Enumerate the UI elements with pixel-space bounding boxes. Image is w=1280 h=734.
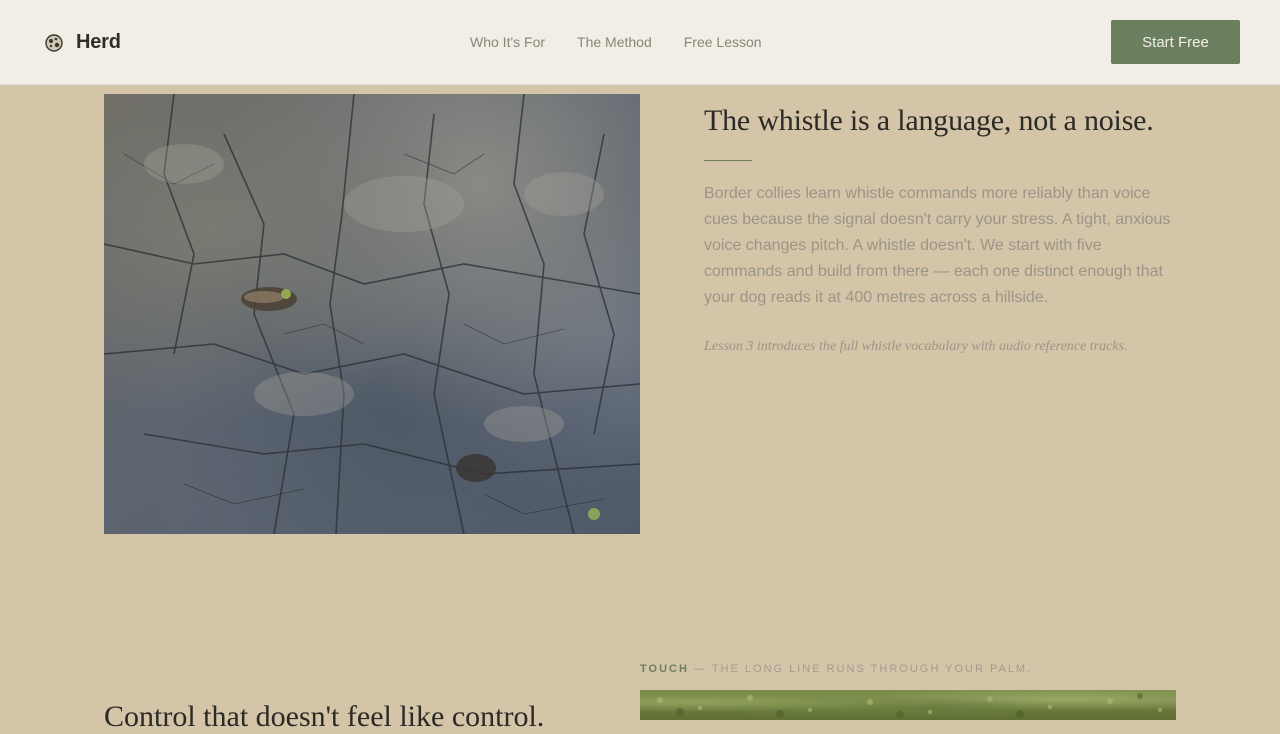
rock-texture	[104, 94, 640, 534]
whistle-section-title: The whistle is a language, not a noise.	[704, 104, 1154, 137]
brand[interactable]: Herd	[44, 31, 121, 54]
caption-key: TOUCH	[640, 663, 689, 675]
nav-link-free-lesson[interactable]: Free Lesson	[684, 34, 762, 50]
whistle-section-body: Border collies learn whistle commands mo…	[704, 185, 1171, 306]
title-divider	[704, 160, 752, 161]
site-header: Herd Who It's For The Method Free Lesson…	[0, 0, 1280, 85]
grass-photo	[640, 690, 1176, 720]
caption-text: — THE LONG LINE RUNS THROUGH YOUR PALM.	[688, 663, 1033, 675]
nav-link-who-its-for[interactable]: Who It's For	[470, 34, 545, 50]
main-nav: Who It's For The Method Free Lesson	[470, 34, 794, 50]
grass-texture	[657, 693, 1162, 719]
start-free-button[interactable]: Start Free	[1111, 20, 1240, 64]
rock-photo	[104, 94, 640, 534]
lesson-note: Lesson 3 introduces the full whistle voc…	[704, 339, 1128, 354]
control-section-title: Control that doesn't feel like control.	[104, 700, 545, 733]
touch-caption: TOUCH — THE LONG LINE RUNS THROUGH YOUR …	[640, 663, 1032, 675]
brand-name: Herd	[76, 31, 121, 53]
logo-icon	[44, 33, 64, 53]
nav-link-the-method[interactable]: The Method	[577, 34, 652, 50]
